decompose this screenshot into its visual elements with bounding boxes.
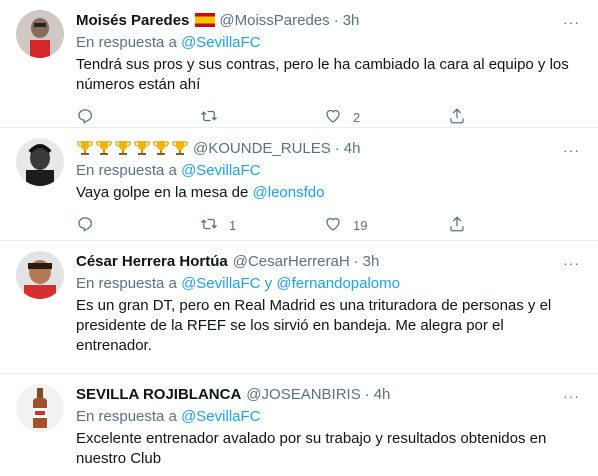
author-handle[interactable]: @CesarHerreraH xyxy=(233,253,350,270)
trophy-icon xyxy=(152,140,170,156)
like-button[interactable]: 19 xyxy=(324,215,448,236)
reply-prefix: En respuesta a xyxy=(76,34,177,51)
tweet-text: Tendrá sus pros y sus contras, pero le h… xyxy=(76,56,569,93)
reply-mention[interactable]: @SevillaFC xyxy=(181,162,260,179)
tweet-text: Excelente entrenador avalado por su trab… xyxy=(76,430,547,467)
share-button[interactable] xyxy=(448,107,572,128)
tweet[interactable]: SEVILLA ROJIBLANCA @JOSEANBIRIS · 4h ···… xyxy=(0,374,598,476)
reply-mention[interactable]: @fernandopalomo xyxy=(276,275,400,292)
avatar[interactable] xyxy=(16,138,64,186)
tweet[interactable]: César Herrera Hortúa @CesarHerreraH · 3h… xyxy=(0,241,598,374)
timestamp[interactable]: 4h xyxy=(344,140,361,157)
tweet-content: SEVILLA ROJIBLANCA @JOSEANBIRIS · 4h ···… xyxy=(76,384,582,476)
author-handle[interactable]: @KOUNDE_RULES xyxy=(193,140,331,157)
tweet-text: Vaya golpe en la mesa de @leonsfdo xyxy=(76,183,582,203)
tweet-content: César Herrera Hortúa @CesarHerreraH · 3h… xyxy=(76,251,582,373)
tweet-header: Moisés Paredes @MoissParedes · 3h xyxy=(76,10,582,30)
like-icon xyxy=(324,107,342,128)
author-name[interactable] xyxy=(76,140,189,156)
separator-dot: · xyxy=(333,11,339,29)
tweet-text-body: Vaya golpe en la mesa de xyxy=(76,184,253,201)
reply-icon xyxy=(76,107,94,128)
retweet-icon xyxy=(200,107,218,128)
author-handle[interactable]: @MoissParedes xyxy=(219,12,329,29)
retweet-button[interactable] xyxy=(200,107,324,128)
avatar-column xyxy=(16,10,64,127)
author-name[interactable]: Moisés Paredes xyxy=(76,12,189,29)
trophy-icon xyxy=(95,140,113,156)
spain-flag-icon xyxy=(195,13,216,27)
separator-dot: · xyxy=(334,139,340,157)
more-icon[interactable]: ··· xyxy=(563,388,580,404)
timestamp[interactable]: 3h xyxy=(343,12,360,29)
reply-prefix: En respuesta a xyxy=(76,162,177,179)
share-button[interactable] xyxy=(448,215,572,236)
reply-mention[interactable]: @SevillaFC xyxy=(181,408,260,425)
avatar-column xyxy=(16,138,64,240)
author-handle[interactable]: @JOSEANBIRIS xyxy=(246,386,360,403)
retweet-icon xyxy=(200,215,218,236)
author-name[interactable]: César Herrera Hortúa xyxy=(76,253,228,270)
reply-mention[interactable]: @SevillaFC xyxy=(181,34,260,51)
tweet-text: Es un gran DT, pero en Real Madrid es un… xyxy=(76,297,552,354)
trophy-icon xyxy=(133,140,151,156)
timestamp[interactable]: 4h xyxy=(374,386,391,403)
reply-context: En respuesta a @SevillaFC y @fernandopal… xyxy=(76,274,582,294)
tweet-header: César Herrera Hortúa @CesarHerreraH · 3h xyxy=(76,251,582,271)
share-icon xyxy=(448,215,466,236)
reply-button[interactable] xyxy=(76,107,200,128)
share-icon xyxy=(448,107,466,128)
more-icon[interactable]: ··· xyxy=(563,255,580,271)
retweet-count: 1 xyxy=(229,217,237,233)
reply-icon xyxy=(76,215,94,236)
reply-prefix: En respuesta a xyxy=(76,408,177,425)
reply-prefix: En respuesta a xyxy=(76,275,177,292)
like-count: 2 xyxy=(353,109,361,125)
avatar-column xyxy=(16,251,64,373)
reply-button[interactable] xyxy=(76,215,200,236)
tweet[interactable]: @KOUNDE_RULES · 4h ··· En respuesta a @S… xyxy=(0,128,598,241)
like-button[interactable]: 2 xyxy=(324,107,448,128)
author-name[interactable]: SEVILLA ROJIBLANCA xyxy=(76,386,241,403)
reply-context: En respuesta a @SevillaFC xyxy=(76,407,582,427)
avatar[interactable] xyxy=(16,10,64,58)
tweet-content: @KOUNDE_RULES · 4h ··· En respuesta a @S… xyxy=(76,138,582,240)
avatar[interactable] xyxy=(16,384,64,432)
reply-mention[interactable]: @SevillaFC xyxy=(181,275,260,292)
timestamp[interactable]: 3h xyxy=(363,253,380,270)
text-mention[interactable]: @leonsfdo xyxy=(253,184,325,201)
avatar-column xyxy=(16,384,64,476)
trophy-icon xyxy=(171,140,189,156)
trophy-icon xyxy=(114,140,132,156)
reply-joiner: y xyxy=(264,275,273,292)
tweet[interactable]: Moisés Paredes @MoissParedes · 3h ··· En… xyxy=(0,0,598,128)
trophy-icon xyxy=(76,140,94,156)
tweet-content: Moisés Paredes @MoissParedes · 3h ··· En… xyxy=(76,10,582,127)
like-count: 19 xyxy=(353,217,368,233)
like-icon xyxy=(324,215,342,236)
more-icon[interactable]: ··· xyxy=(563,14,580,30)
avatar[interactable] xyxy=(16,251,64,299)
more-icon[interactable]: ··· xyxy=(563,142,580,158)
retweet-button[interactable]: 1 xyxy=(200,215,324,236)
reply-context: En respuesta a @SevillaFC xyxy=(76,161,582,181)
separator-dot: · xyxy=(364,385,370,403)
reply-context: En respuesta a @SevillaFC xyxy=(76,33,582,53)
tweet-header: SEVILLA ROJIBLANCA @JOSEANBIRIS · 4h xyxy=(76,384,582,404)
tweet-header: @KOUNDE_RULES · 4h xyxy=(76,138,582,158)
separator-dot: · xyxy=(353,252,359,270)
tweet-actions: 1 19 xyxy=(76,207,582,243)
